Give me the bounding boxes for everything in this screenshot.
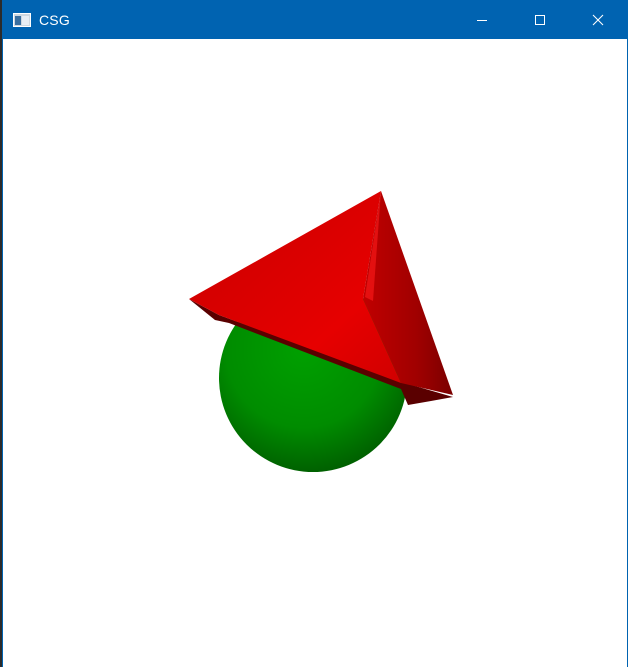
maximize-icon [535, 15, 545, 25]
close-icon [592, 14, 604, 26]
minimize-button[interactable] [453, 1, 511, 39]
csg-scene [189, 191, 453, 472]
close-button[interactable] [569, 1, 627, 39]
minimize-icon [477, 20, 487, 21]
app-window: CSG [2, 0, 628, 667]
maximize-button[interactable] [511, 1, 569, 39]
title-bar[interactable]: CSG [3, 1, 627, 39]
window-controls [453, 1, 627, 39]
window-title: CSG [39, 12, 70, 28]
render-canvas[interactable] [3, 39, 627, 667]
app-window-icon [13, 13, 31, 27]
